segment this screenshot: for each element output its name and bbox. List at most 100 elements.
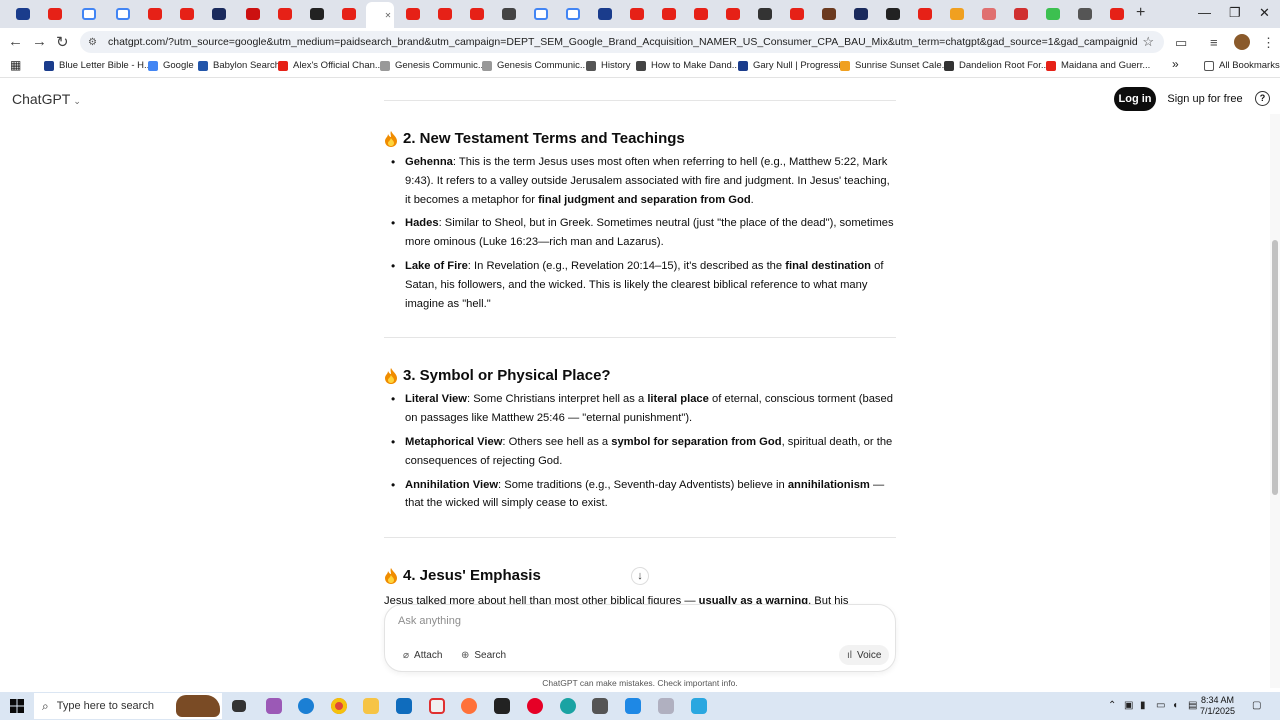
close-window-icon[interactable]: ✕ — [1259, 5, 1270, 21]
chrome-icon[interactable] — [331, 698, 347, 714]
firefox-icon[interactable] — [461, 698, 477, 714]
browser-tab[interactable] — [910, 4, 940, 24]
browser-tab[interactable] — [622, 4, 652, 24]
download-icon[interactable] — [625, 698, 641, 714]
app-icon[interactable] — [592, 698, 608, 714]
browser-tab[interactable] — [1006, 4, 1036, 24]
file-explorer-icon[interactable] — [363, 698, 379, 714]
network-icon[interactable]: ▭ — [1156, 700, 1165, 711]
close-tab-icon[interactable]: ✕ — [385, 11, 392, 20]
browser-tab[interactable] — [846, 4, 876, 24]
apps-icon[interactable]: ▦ — [10, 58, 21, 72]
bookmark-item[interactable]: Maidana and Guerr... — [1046, 60, 1150, 71]
browser-tab[interactable] — [814, 4, 844, 24]
scroll-to-bottom-button[interactable]: ↓ — [631, 567, 649, 585]
opera-icon[interactable] — [527, 698, 543, 714]
voice-button[interactable]: ıl Voice — [839, 645, 890, 665]
app-icon[interactable] — [691, 698, 707, 714]
task-view-icon[interactable] — [232, 700, 246, 712]
login-button[interactable]: Log in — [1114, 87, 1156, 111]
app-icon[interactable] — [429, 698, 445, 714]
notifications-icon[interactable]: ▢ — [1252, 700, 1261, 711]
search-button[interactable]: ⊕ Search — [453, 645, 514, 665]
browser-tab[interactable] — [172, 4, 202, 24]
back-icon[interactable]: ← — [8, 33, 23, 50]
browser-tab[interactable] — [782, 4, 812, 24]
browser-tab[interactable] — [494, 4, 524, 24]
browser-tab[interactable] — [140, 4, 170, 24]
bookmark-star-icon[interactable]: ☆ — [1142, 34, 1154, 50]
browser-tab[interactable] — [750, 4, 780, 24]
printer-icon[interactable]: ▤ — [1188, 700, 1197, 711]
browser-tab[interactable] — [878, 4, 908, 24]
app-icon[interactable] — [658, 698, 674, 714]
help-icon[interactable]: ? — [1255, 91, 1270, 106]
browser-tab[interactable] — [302, 4, 332, 24]
bookmark-item[interactable]: Blue Letter Bible - H... — [44, 60, 152, 71]
browser-tab[interactable] — [430, 4, 460, 24]
signup-button[interactable]: Sign up for free — [1164, 87, 1246, 111]
prompt-input[interactable] — [398, 615, 878, 627]
volume-icon[interactable]: ◖ — [1172, 700, 1178, 711]
clock[interactable]: 8:34 AM 7/1/2025 — [1200, 695, 1235, 717]
browser-tab[interactable] — [204, 4, 234, 24]
browser-tab[interactable] — [40, 4, 70, 24]
reload-icon[interactable]: ↻ — [56, 33, 69, 51]
browser-tab[interactable] — [590, 4, 620, 24]
all-bookmarks[interactable]: All Bookmarks — [1204, 60, 1280, 71]
edge-icon[interactable] — [298, 698, 314, 714]
app-icon[interactable] — [494, 698, 510, 714]
browser-tab[interactable] — [974, 4, 1004, 24]
browser-tab[interactable] — [398, 4, 428, 24]
bookmark-item[interactable]: Dandelion Root For... — [944, 60, 1049, 71]
browser-tab[interactable] — [108, 4, 138, 24]
address-bar[interactable]: ⚙ chatgpt.com/?utm_source=google&utm_med… — [80, 31, 1164, 53]
youtube-icon — [48, 8, 62, 20]
bookmark-item[interactable]: How to Make Dand... — [636, 60, 740, 71]
copilot-icon[interactable] — [266, 698, 282, 714]
scrollbar-thumb[interactable] — [1272, 240, 1278, 495]
browser-tab[interactable] — [238, 4, 268, 24]
browser-tab[interactable] — [526, 4, 556, 24]
tray-app-icon[interactable]: ▣ — [1124, 700, 1133, 711]
bookmark-item[interactable]: Alex's Official Chan... — [278, 60, 383, 71]
browser-tab[interactable] — [270, 4, 300, 24]
attach-button[interactable]: ⌀ Attach — [395, 645, 450, 665]
browser-tab[interactable] — [1102, 4, 1132, 24]
browser-tab[interactable] — [334, 4, 364, 24]
model-switcher[interactable]: ChatGPT ⌄ — [12, 91, 81, 107]
bookmark-item[interactable]: Genesis Communic... — [380, 60, 486, 71]
bookmark-item[interactable]: Babylon Search — [198, 60, 280, 71]
forward-icon[interactable]: → — [32, 33, 47, 50]
app-icon[interactable] — [560, 698, 576, 714]
menu-icon[interactable]: ⋮ — [1262, 35, 1275, 51]
media-icon[interactable]: ≡ — [1210, 35, 1218, 50]
bookmarks-overflow[interactable]: » — [1172, 57, 1179, 71]
browser-tab-active[interactable]: ✕ — [366, 2, 394, 28]
browser-tab[interactable] — [558, 4, 588, 24]
browser-tab[interactable] — [718, 4, 748, 24]
browser-tab[interactable] — [462, 4, 492, 24]
bookmark-item[interactable]: Genesis Communic... — [482, 60, 588, 71]
browser-tab[interactable] — [1038, 4, 1068, 24]
browser-tab[interactable] — [654, 4, 684, 24]
bookmark-item[interactable]: Google — [148, 60, 194, 71]
profile-avatar[interactable] — [1234, 34, 1250, 50]
bookmark-item[interactable]: History — [586, 60, 631, 71]
bookmark-item[interactable]: Gary Null | Progressi... — [738, 60, 848, 71]
browser-tab[interactable] — [74, 4, 104, 24]
new-tab-button[interactable]: + — [1136, 4, 1145, 22]
minimize-icon[interactable]: — — [1198, 5, 1211, 20]
browser-tab[interactable] — [1070, 4, 1100, 24]
site-info-icon[interactable]: ⚙ — [88, 37, 100, 48]
bookmark-item[interactable]: Sunrise Sunset Cale... — [840, 60, 950, 71]
microphone-icon[interactable]: ▮ — [1140, 700, 1146, 711]
restore-icon[interactable]: ❐ — [1229, 5, 1241, 21]
browser-tab[interactable] — [686, 4, 716, 24]
tray-overflow-icon[interactable]: ⌃ — [1108, 700, 1116, 711]
outlook-icon[interactable] — [396, 698, 412, 714]
cast-icon[interactable]: ▭ — [1175, 35, 1187, 51]
browser-tab[interactable] — [942, 4, 972, 24]
windows-start-icon[interactable] — [10, 699, 24, 713]
browser-tab[interactable] — [8, 4, 38, 24]
